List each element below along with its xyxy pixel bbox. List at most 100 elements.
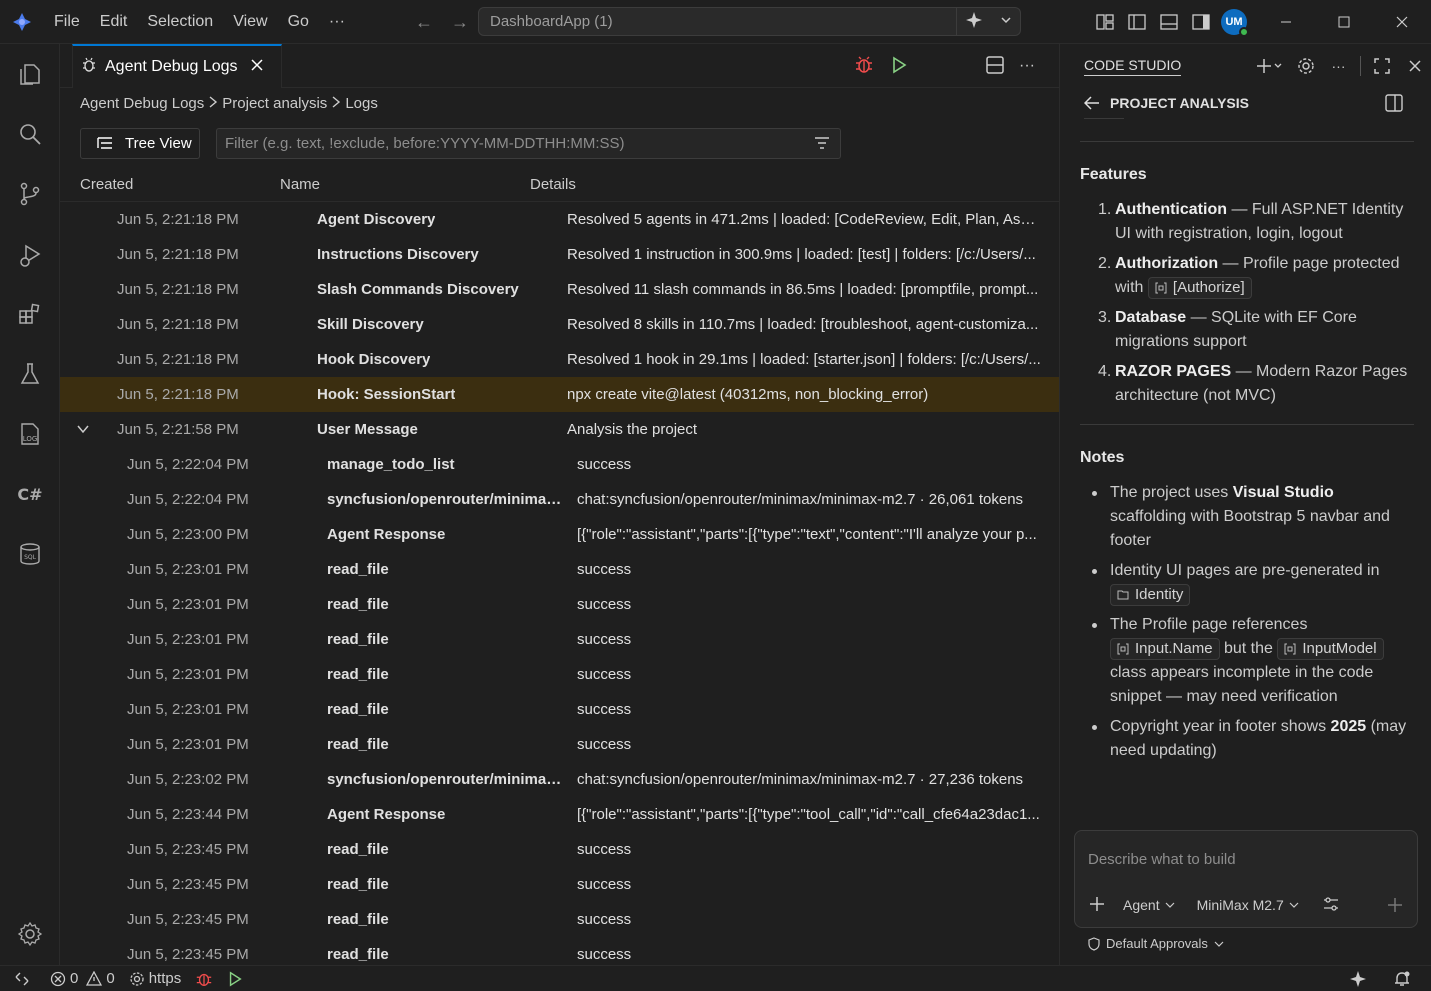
- testing-flask-icon[interactable]: [0, 354, 60, 394]
- table-row[interactable]: Jun 5, 2:23:01 PM read_file success: [60, 727, 1059, 762]
- copilot-icon[interactable]: [965, 11, 983, 33]
- notifications-bell-icon[interactable]: [1393, 970, 1411, 988]
- table-row[interactable]: Jun 5, 2:22:04 PM syncfusion/openrouter/m…: [60, 482, 1059, 517]
- breadcrumb-item[interactable]: Project analysis: [222, 95, 327, 112]
- table-row[interactable]: Jun 5, 2:23:01 PM read_file success: [60, 552, 1059, 587]
- copilot-status-icon[interactable]: [1349, 970, 1367, 988]
- close-tab-icon[interactable]: [250, 58, 264, 77]
- created-cell: Jun 5, 2:21:58 PM: [117, 421, 239, 438]
- command-center-search[interactable]: DashboardApp (1): [478, 7, 1021, 36]
- agent-mode-dropdown[interactable]: Agent: [1123, 897, 1175, 913]
- run-play-icon[interactable]: [890, 56, 908, 77]
- gear-icon[interactable]: [1289, 44, 1322, 88]
- table-row[interactable]: Jun 5, 2:23:45 PM read_file success: [60, 832, 1059, 867]
- sql-database-icon[interactable]: SQL: [0, 534, 60, 574]
- more-icon[interactable]: ···: [1322, 44, 1355, 88]
- table-row[interactable]: Jun 5, 2:23:02 PM syncfusion/openrouter/m…: [60, 762, 1059, 797]
- folder-reference-chip[interactable]: Identity: [1110, 583, 1191, 606]
- name-cell: read_file: [327, 876, 389, 893]
- tree-view-button[interactable]: Tree View: [80, 127, 200, 159]
- minimize-button[interactable]: [1257, 0, 1315, 44]
- new-chat-icon[interactable]: [1249, 44, 1289, 88]
- table-row[interactable]: Jun 5, 2:21:18 PM Instructions Discovery R…: [60, 237, 1059, 272]
- column-name[interactable]: Name: [280, 176, 320, 193]
- table-row[interactable]: Jun 5, 2:23:01 PM read_file success: [60, 657, 1059, 692]
- toggle-secondary-sidebar-icon[interactable]: [1185, 0, 1217, 44]
- details-cell: success: [577, 701, 632, 718]
- column-details[interactable]: Details: [530, 176, 576, 193]
- more-actions-icon[interactable]: ···: [1019, 57, 1035, 75]
- tab-agent-debug-logs[interactable]: Agent Debug Logs: [72, 44, 282, 88]
- toggle-panel-icon[interactable]: [1153, 0, 1185, 44]
- csharp-icon[interactable]: C#: [0, 474, 60, 514]
- menu-selection[interactable]: Selection: [137, 0, 223, 44]
- maximize-panel-icon[interactable]: [1365, 44, 1398, 88]
- table-row[interactable]: Jun 5, 2:23:01 PM read_file success: [60, 692, 1059, 727]
- run-debug-icon[interactable]: [0, 235, 60, 275]
- menu-file[interactable]: File: [44, 0, 90, 44]
- launch-profile[interactable]: https: [129, 970, 181, 987]
- breadcrumb-item[interactable]: Logs: [345, 95, 378, 112]
- menu-edit[interactable]: Edit: [90, 0, 138, 44]
- customize-layout-icon[interactable]: [1089, 0, 1121, 44]
- name-cell: Agent Response: [327, 806, 446, 823]
- add-context-icon[interactable]: [1089, 896, 1105, 915]
- close-panel-icon[interactable]: [1398, 44, 1431, 88]
- table-row[interactable]: Jun 5, 2:23:45 PM read_file success: [60, 902, 1059, 937]
- chevron-down-icon[interactable]: [76, 422, 90, 440]
- filter-icon[interactable]: [814, 136, 830, 154]
- details-cell: Resolved 8 skills in 110.7ms | loaded: […: [567, 316, 1039, 333]
- default-approvals-dropdown[interactable]: Default Approvals: [1088, 936, 1224, 951]
- code-reference-chip[interactable]: [Authorize]: [1147, 276, 1252, 299]
- table-row[interactable]: Jun 5, 2:21:18 PM Agent Discovery Resolved…: [60, 202, 1059, 237]
- log-file-icon[interactable]: LOG: [0, 414, 60, 454]
- menu-more-button[interactable]: ···: [319, 0, 355, 44]
- panel-title[interactable]: CODE STUDIO: [1084, 57, 1182, 76]
- table-row[interactable]: Jun 5, 2:21:18 PM Hook: SessionStart npx c…: [60, 377, 1059, 412]
- tools-settings-icon[interactable]: [1323, 896, 1339, 915]
- table-row[interactable]: Jun 5, 2:23:44 PM Agent Response [{"role":…: [60, 797, 1059, 832]
- code-reference-chip[interactable]: InputModel: [1277, 637, 1384, 660]
- chat-input-box[interactable]: Describe what to build Agent MiniMax M2.…: [1074, 830, 1418, 928]
- table-row[interactable]: Jun 5, 2:21:18 PM Hook Discovery Resolved …: [60, 342, 1059, 377]
- forward-arrow-icon[interactable]: →: [448, 10, 472, 34]
- settings-gear-icon[interactable]: [0, 914, 60, 954]
- back-arrow-icon[interactable]: ←: [412, 10, 436, 34]
- back-arrow-icon[interactable]: [1084, 96, 1100, 110]
- tree-view-label: Tree View: [125, 134, 192, 152]
- column-created[interactable]: Created: [80, 176, 133, 193]
- remote-icon[interactable]: [14, 971, 30, 987]
- maximize-button[interactable]: [1315, 0, 1373, 44]
- model-dropdown[interactable]: MiniMax M2.7: [1197, 897, 1299, 913]
- table-row[interactable]: Jun 5, 2:23:00 PM Agent Response [{"role":…: [60, 517, 1059, 552]
- app-logo-icon[interactable]: [0, 0, 44, 44]
- table-row[interactable]: Jun 5, 2:21:18 PM Skill Discovery Resolved…: [60, 307, 1059, 342]
- code-reference-chip[interactable]: Input.Name: [1110, 637, 1220, 660]
- toggle-primary-sidebar-icon[interactable]: [1121, 0, 1153, 44]
- explorer-icon[interactable]: [0, 53, 60, 93]
- close-window-button[interactable]: [1373, 0, 1431, 44]
- account-avatar[interactable]: UM: [1221, 9, 1249, 37]
- toggle-sidebar-icon[interactable]: [1385, 94, 1413, 115]
- debug-bug-icon[interactable]: [854, 55, 874, 78]
- chevron-down-icon[interactable]: [1000, 13, 1012, 30]
- split-editor-icon[interactable]: [985, 55, 1005, 78]
- table-row[interactable]: Jun 5, 2:22:04 PM manage_todo_list success: [60, 447, 1059, 482]
- menu-go[interactable]: Go: [278, 0, 319, 44]
- debug-bug-icon[interactable]: [195, 970, 213, 988]
- run-play-icon[interactable]: [227, 970, 243, 987]
- error-count: 0: [70, 970, 79, 987]
- table-row[interactable]: Jun 5, 2:23:01 PM read_file success: [60, 622, 1059, 657]
- menu-view[interactable]: View: [223, 0, 277, 44]
- table-row[interactable]: Jun 5, 2:21:58 PM User Message Analysis th…: [60, 412, 1059, 447]
- table-row[interactable]: Jun 5, 2:23:01 PM read_file success: [60, 587, 1059, 622]
- table-row[interactable]: Jun 5, 2:21:18 PM Slash Commands Discover…: [60, 272, 1059, 307]
- extensions-icon[interactable]: [0, 294, 60, 334]
- problems-indicator[interactable]: 0 0: [50, 970, 115, 987]
- send-add-icon[interactable]: [1387, 897, 1403, 916]
- filter-input[interactable]: Filter (e.g. text, !exclude, before:YYYY…: [216, 127, 841, 159]
- breadcrumb-item[interactable]: Agent Debug Logs: [80, 95, 204, 112]
- source-control-icon[interactable]: [0, 174, 60, 214]
- search-icon[interactable]: [0, 114, 60, 154]
- table-row[interactable]: Jun 5, 2:23:45 PM read_file success: [60, 867, 1059, 902]
